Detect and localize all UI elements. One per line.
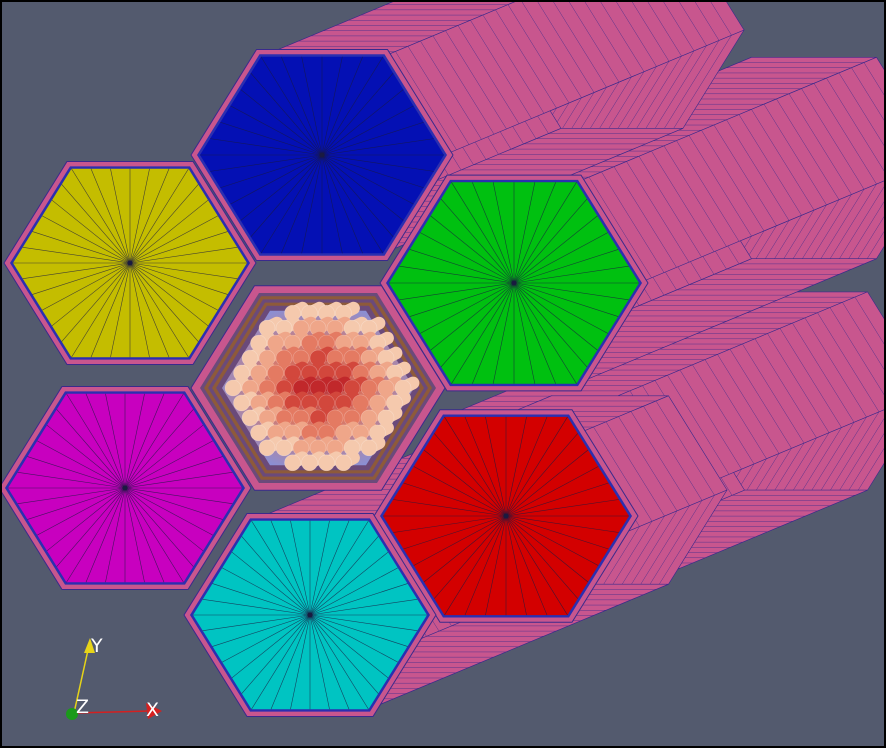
fuel-pin-end (250, 424, 267, 442)
hex-blue-center (319, 152, 325, 158)
fuel-pin-end (241, 409, 259, 427)
fuel-pin-end (335, 454, 352, 472)
z-axis-label: Z (76, 696, 89, 718)
hex-green-center (511, 280, 517, 286)
fuel-pin-end (301, 454, 318, 472)
hex-magenta-center (122, 485, 128, 491)
hex-cyan-center (307, 612, 313, 618)
x-axis-label: X (146, 699, 159, 721)
fuel-pin-end (284, 454, 301, 472)
fuel-pin-end (224, 379, 242, 397)
fuel-pin-end (360, 439, 378, 457)
hex-yellow-center (127, 260, 133, 266)
hex-red-center (503, 513, 509, 519)
3d-viewport[interactable]: X Y Z (0, 0, 886, 748)
y-axis-label: Y (90, 635, 103, 657)
fuel-pin-end (275, 439, 293, 457)
assembly-render[interactable]: X Y Z (0, 0, 886, 748)
fuel-pin-end (258, 439, 276, 457)
fuel-pin-end (233, 394, 250, 412)
fuel-pin-end (318, 454, 335, 472)
